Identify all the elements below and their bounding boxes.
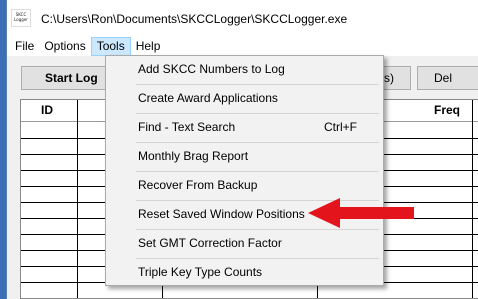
menu-item-label: Find - Text Search xyxy=(138,120,236,134)
menu-options[interactable]: Options xyxy=(39,37,90,56)
menu-item-label: Reset Saved Window Positions xyxy=(138,207,305,221)
menu-item-monthly-brag-report[interactable]: Monthly Brag Report xyxy=(108,143,381,169)
grid-column-divider xyxy=(472,100,473,298)
app-window: SKCC Logger C:\Users\Ron\Documents\SKCCL… xyxy=(6,0,478,299)
app-logo-icon: SKCC Logger xyxy=(11,9,31,27)
red-arrow-annotation xyxy=(308,198,414,228)
menu-item-find-text-search[interactable]: Find - Text Search Ctrl+F xyxy=(108,114,381,140)
window-title: C:\Users\Ron\Documents\SKCCLogger\SKCCLo… xyxy=(41,12,348,26)
menu-item-triple-key-type-counts[interactable]: Triple Key Type Counts xyxy=(108,259,381,285)
menu-tools[interactable]: Tools xyxy=(90,36,131,56)
menu-item-label: Set GMT Correction Factor xyxy=(138,236,282,250)
menu-item-set-gmt-correction[interactable]: Set GMT Correction Factor xyxy=(108,230,381,256)
tools-dropdown-menu: Add SKCC Numbers to Log Create Award App… xyxy=(105,55,384,286)
menu-item-label: Recover From Backup xyxy=(138,178,258,192)
menu-item-label: Monthly Brag Report xyxy=(138,149,249,163)
menu-help[interactable]: Help xyxy=(131,37,166,56)
menu-item-recover-from-backup[interactable]: Recover From Backup xyxy=(108,172,381,198)
column-header-freq[interactable]: Freq xyxy=(434,103,460,117)
column-header-id[interactable]: ID xyxy=(41,103,53,117)
title-bar[interactable]: SKCC Logger C:\Users\Ron\Documents\SKCCL… xyxy=(7,0,478,36)
menu-item-label: Add SKCC Numbers to Log xyxy=(138,62,285,76)
menu-bar: File Options Tools Help xyxy=(7,36,478,56)
menu-file[interactable]: File xyxy=(10,37,39,56)
menu-item-add-skcc-numbers[interactable]: Add SKCC Numbers to Log xyxy=(108,56,381,82)
grid-column-divider xyxy=(77,100,78,298)
menu-item-label: Create Award Applications xyxy=(138,91,278,105)
arrow-left-icon xyxy=(308,198,414,228)
menu-item-shortcut: Ctrl+F xyxy=(324,120,357,134)
menu-item-create-award-applications[interactable]: Create Award Applications xyxy=(108,85,381,111)
menu-item-label: Triple Key Type Counts xyxy=(138,265,263,279)
delete-button[interactable]: Del xyxy=(417,66,478,90)
